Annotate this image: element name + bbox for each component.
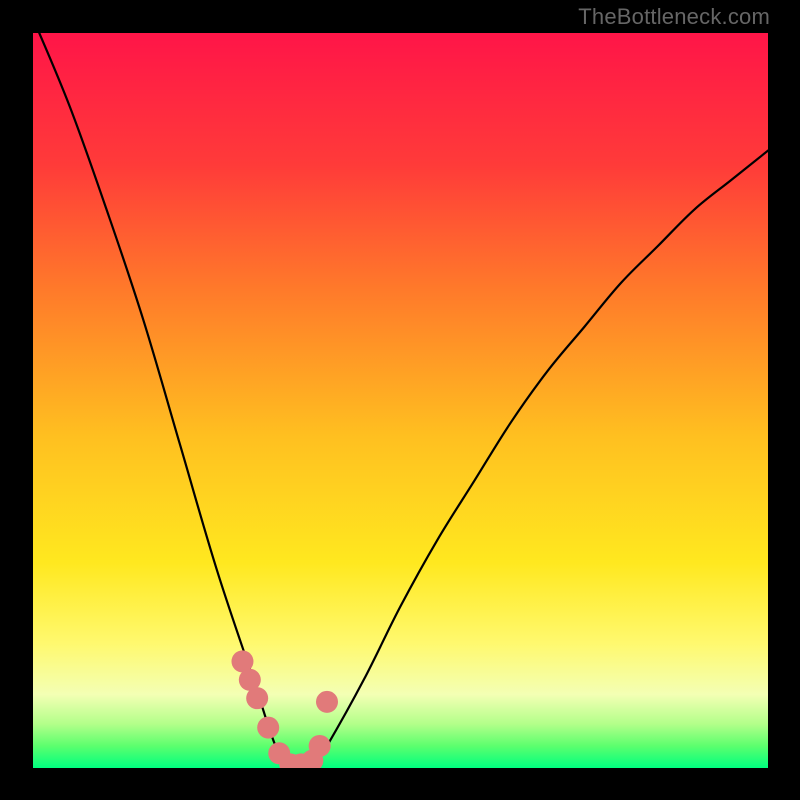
- marker-point: [316, 691, 338, 713]
- chart-canvas: [33, 33, 768, 768]
- marker-point: [309, 735, 331, 757]
- marker-point: [257, 717, 279, 739]
- attribution-label: TheBottleneck.com: [578, 4, 770, 30]
- outer-frame: TheBottleneck.com: [0, 0, 800, 800]
- plot-area: [33, 33, 768, 768]
- chart-background: [33, 33, 768, 768]
- marker-point: [246, 687, 268, 709]
